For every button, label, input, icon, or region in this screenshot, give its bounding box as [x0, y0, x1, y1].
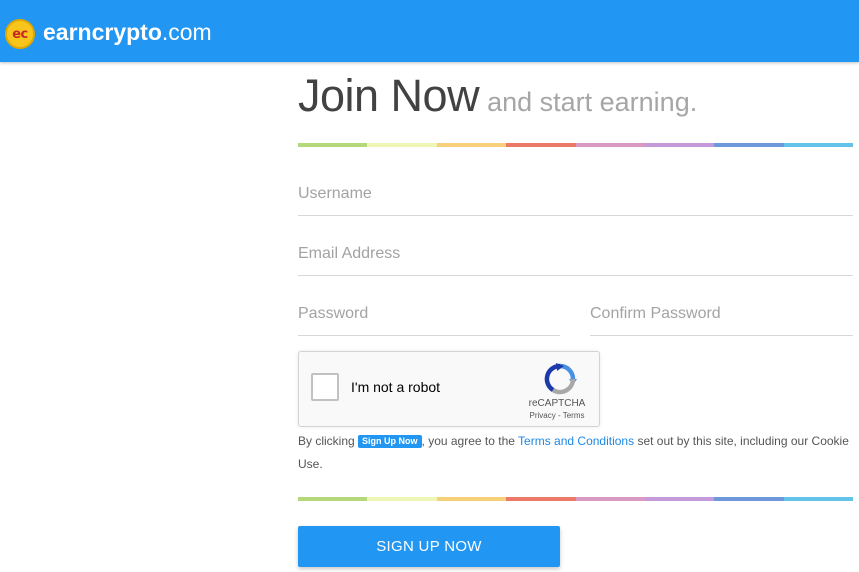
brand-name-domain: .com — [161, 19, 212, 45]
page-heading: Join Now and start earning. — [298, 70, 697, 122]
rainbow-divider-top — [298, 143, 853, 147]
terms-prefix: By clicking — [298, 434, 359, 448]
page-title: Join Now — [298, 70, 480, 121]
recaptcha-widget: I'm not a robot reCAPTCHA Privacy - Term… — [298, 351, 600, 427]
rainbow-segment — [367, 497, 437, 501]
rainbow-segment — [714, 143, 784, 147]
rainbow-divider-bottom — [298, 497, 853, 501]
page-subtitle: and start earning. — [487, 87, 698, 117]
rainbow-segment — [783, 497, 853, 501]
password-input[interactable] — [298, 292, 560, 336]
brand-name-bold: earncrypto — [43, 19, 162, 45]
recaptcha-terms-link[interactable]: Terms — [563, 411, 585, 420]
recaptcha-checkbox[interactable] — [311, 373, 339, 401]
recaptcha-links: Privacy - Terms — [521, 411, 593, 420]
top-bar: ec earncrypto.com — [0, 0, 859, 62]
username-input[interactable] — [298, 172, 853, 216]
logo-badge-text: ec — [12, 26, 28, 42]
rainbow-segment — [436, 497, 507, 501]
rainbow-segment — [506, 497, 576, 501]
confirm-password-input[interactable] — [590, 292, 853, 336]
brand-name[interactable]: earncrypto.com — [43, 18, 212, 46]
sign-up-now-chip: Sign Up Now — [358, 435, 422, 448]
rainbow-segment — [644, 497, 715, 501]
terms-notice: By clicking Sign Up Now, you agree to th… — [298, 430, 858, 476]
recaptcha-label: I'm not a robot — [351, 379, 441, 395]
recaptcha-link-separator: - — [555, 411, 563, 420]
rainbow-segment — [506, 143, 576, 147]
terms-middle: , you agree to the — [421, 434, 519, 448]
recaptcha-privacy-link[interactable]: Privacy — [530, 411, 556, 420]
email-input[interactable] — [298, 232, 853, 276]
rainbow-segment — [575, 143, 645, 147]
rainbow-segment — [575, 497, 645, 501]
rainbow-segment — [783, 143, 853, 147]
earncrypto-logo-icon[interactable]: ec — [5, 19, 35, 49]
recaptcha-brand: reCAPTCHA — [528, 398, 586, 409]
terms-and-conditions-link[interactable]: Terms and Conditions — [518, 434, 634, 448]
rainbow-segment — [714, 497, 784, 501]
rainbow-segment — [298, 143, 368, 147]
rainbow-segment — [644, 143, 715, 147]
sign-up-now-button[interactable]: SIGN UP NOW — [298, 526, 560, 567]
rainbow-segment — [367, 143, 437, 147]
rainbow-segment — [436, 143, 507, 147]
rainbow-segment — [298, 497, 368, 501]
recaptcha-logo-icon — [544, 363, 577, 395]
